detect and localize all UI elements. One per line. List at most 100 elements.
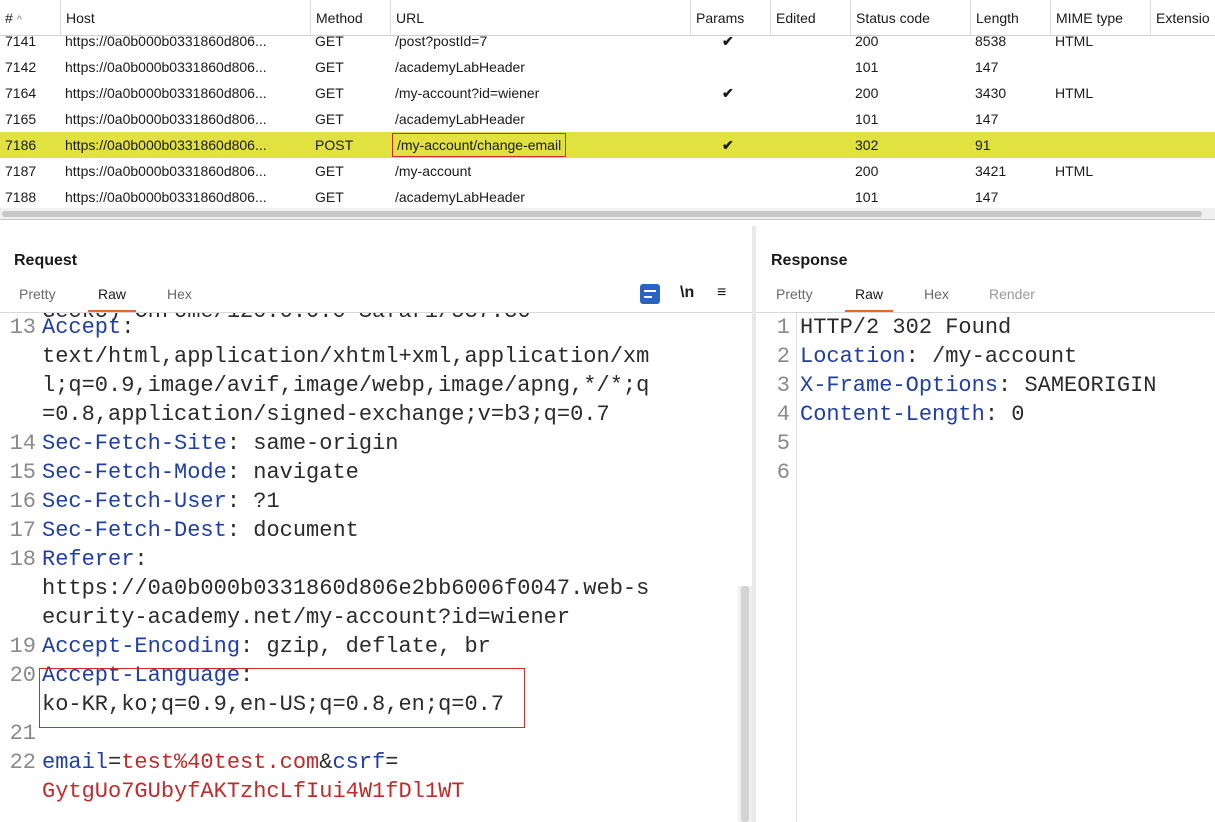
code-value: : same-origin	[226, 431, 399, 456]
scrollbar-thumb[interactable]	[2, 211, 1202, 217]
table-row[interactable]: 7141 https://0a0b000b0331860d806... GET/po…	[0, 36, 1215, 54]
horizontal-scrollbar[interactable]	[0, 208, 1215, 219]
cell-url: /academyLabHeader	[395, 59, 525, 75]
cell-length: 3421	[975, 163, 1007, 179]
column-header-mime-type[interactable]: MIME type	[1050, 0, 1150, 36]
show-newlines-button[interactable]: \n	[680, 284, 694, 302]
tab-render[interactable]: Render	[989, 286, 1035, 302]
request-title: Request	[14, 252, 78, 269]
code-value: GytgUo7GUbyfAKTzhcLfIui4W1fDl1WT	[42, 779, 465, 804]
code-value: : SAMEORIGIN	[998, 373, 1157, 398]
code-value: : document	[226, 518, 359, 543]
cell-host: https://0a0b000b0331860d806...	[65, 163, 267, 179]
cell-status-code: 200	[855, 163, 879, 179]
cell-url: /academyLabHeader	[395, 189, 525, 205]
cell-number: 7186	[5, 137, 37, 153]
cell-length: 147	[975, 59, 999, 75]
column-header-params[interactable]: Params	[690, 0, 770, 36]
line-number: 16	[9, 489, 36, 514]
menu-icon[interactable]: ≡	[717, 284, 726, 302]
cell-method: GET	[315, 163, 344, 179]
code-value: : ?1	[226, 489, 280, 514]
line-number: 19	[9, 634, 36, 659]
column-header-host[interactable]: Host	[60, 0, 310, 36]
cell-method: GET	[315, 189, 344, 205]
cell-length: 8538	[975, 36, 1007, 49]
tab-pretty[interactable]: Pretty	[776, 286, 813, 302]
code-key: Sec-Fetch-User	[42, 489, 227, 514]
response-editor[interactable]: 1 HTTP/2 302 Found 2 Location: /my-account 3…	[756, 313, 1215, 822]
column-header-edited[interactable]: Edited	[770, 0, 850, 36]
code-line: Content-Length: 0	[800, 400, 1024, 429]
cell-method: GET	[315, 36, 344, 49]
code-line: https://0a0b000b0331860d806e2bb6006f0047…	[42, 574, 649, 603]
vertical-scrollbar[interactable]	[738, 586, 752, 822]
wrap-lines-button[interactable]	[640, 284, 660, 309]
table-row[interactable]: 7186 https://0a0b000b0331860d806... POST/m…	[0, 132, 1215, 158]
cell-length: 147	[975, 189, 999, 205]
tab-raw[interactable]: Raw	[87, 286, 137, 312]
table-row[interactable]: 7164 https://0a0b000b0331860d806... GET/my…	[0, 80, 1215, 106]
http-history-table: # ^ Host Method URL Params Edited Status …	[0, 0, 1215, 220]
cell-mime-type: HTML	[1055, 85, 1094, 101]
code-line: ecurity-academy.net/my-account?id=wiener	[42, 603, 570, 632]
code-line: Sec-Fetch-Site: same-origin	[42, 429, 398, 458]
tab-pretty[interactable]: Pretty	[19, 286, 56, 302]
cell-number: 7187	[5, 163, 37, 179]
code-line: GytgUo7GUbyfAKTzhcLfIui4W1fDl1WT	[42, 777, 464, 806]
line-number: 4	[776, 402, 790, 427]
code-key: Content-Length	[800, 402, 985, 427]
cell-number: 7141	[5, 36, 37, 49]
column-header-extension[interactable]: Extensio	[1150, 0, 1215, 36]
code-line: text/html,application/xhtml+xml,applicat…	[42, 342, 649, 371]
tab-raw[interactable]: Raw	[844, 286, 894, 312]
code-value: : gzip, deflate, br	[240, 634, 491, 659]
cell-status-code: 101	[855, 189, 879, 205]
cell-url: /post?postId=7	[395, 36, 488, 49]
tab-hex[interactable]: Hex	[924, 286, 949, 302]
code-value: : /my-account	[905, 344, 1078, 369]
request-panel: Request Pretty Raw Hex \n ≡ Gecko) Chrom…	[0, 226, 752, 822]
table-row[interactable]: 7188 https://0a0b000b0331860d806... GET/ac…	[0, 184, 1215, 208]
column-header-length[interactable]: Length	[970, 0, 1050, 36]
line-number: 1	[776, 315, 790, 340]
cell-number: 7142	[5, 59, 37, 75]
code-key: Sec-Fetch-Dest	[42, 518, 227, 543]
column-header-method[interactable]: Method	[310, 0, 390, 36]
line-number: 3	[776, 373, 790, 398]
code-value: =	[108, 750, 122, 775]
cell-status-code: 101	[855, 111, 879, 127]
column-header-url[interactable]: URL	[390, 0, 690, 36]
code-key: Sec-Fetch-Mode	[42, 460, 227, 485]
gutter-divider	[796, 313, 797, 822]
code-key: X-Frame-Options	[800, 373, 999, 398]
line-number: 2	[776, 344, 790, 369]
code-value: test%40test.com	[121, 750, 320, 775]
cell-number: 7188	[5, 189, 37, 205]
code-key: Location	[800, 344, 906, 369]
code-value: : navigate	[226, 460, 359, 485]
request-editor[interactable]: Gecko) Chrome/120.0.0.0 Safari/537.36 13…	[0, 313, 738, 822]
code-line: l;q=0.9,image/avif,image/webp,image/apng…	[42, 371, 649, 400]
table-row[interactable]: 7142 https://0a0b000b0331860d806... GET/ac…	[0, 54, 1215, 80]
code-line: email=test%40test.com&csrf=	[42, 748, 398, 777]
code-line: =0.8,application/signed-exchange;v=b3;q=…	[42, 400, 610, 429]
cell-host: https://0a0b000b0331860d806...	[65, 85, 267, 101]
column-header-status-code[interactable]: Status code	[850, 0, 970, 36]
column-header-number[interactable]: # ^	[0, 0, 60, 36]
code-value: =	[385, 750, 399, 775]
scrollbar-thumb[interactable]	[741, 586, 749, 822]
cell-number: 7164	[5, 85, 37, 101]
wrap-lines-icon	[640, 284, 660, 304]
cell-number: 7165	[5, 111, 37, 127]
code-line: Sec-Fetch-Mode: navigate	[42, 458, 359, 487]
table-row[interactable]: 7187 https://0a0b000b0331860d806... GET/my…	[0, 158, 1215, 184]
code-key: Accept-Encoding	[42, 634, 241, 659]
cell-host: https://0a0b000b0331860d806...	[65, 36, 267, 49]
tab-hex[interactable]: Hex	[167, 286, 192, 302]
cell-length: 91	[975, 137, 991, 153]
line-number: 13	[9, 315, 36, 340]
code-key: Accept	[42, 315, 122, 340]
table-row[interactable]: 7165 https://0a0b000b0331860d806... GET/ac…	[0, 106, 1215, 132]
line-number: 21	[9, 721, 36, 746]
